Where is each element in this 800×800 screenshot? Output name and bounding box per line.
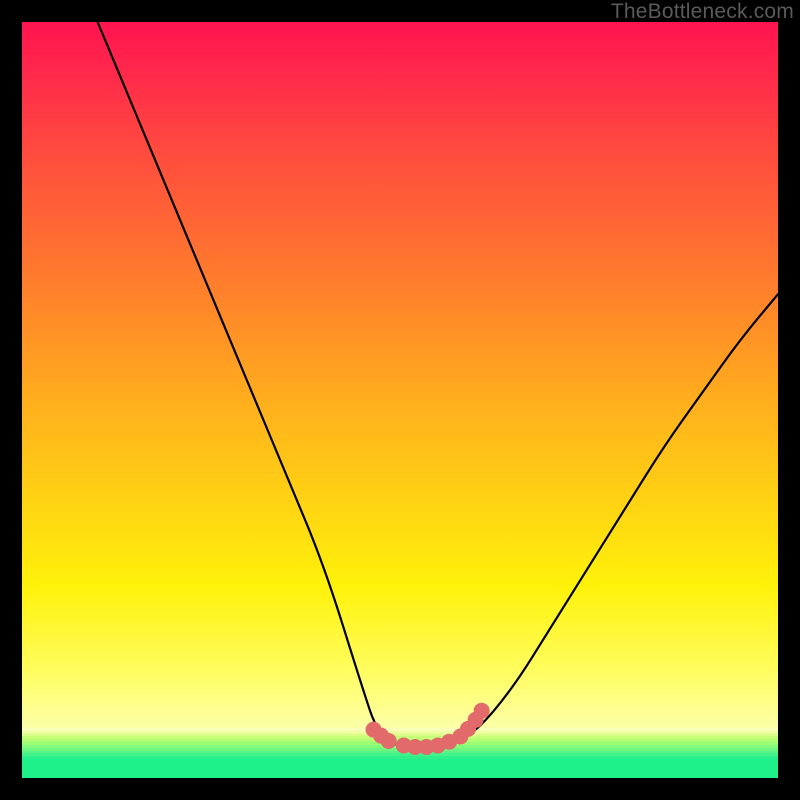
plot-area (22, 22, 778, 778)
green-bar (22, 762, 778, 778)
gradient-background (22, 22, 778, 728)
watermark-text: TheBottleneck.com (611, 0, 794, 24)
chart-frame: TheBottleneck.com (0, 0, 800, 800)
stripe-band (22, 728, 778, 762)
